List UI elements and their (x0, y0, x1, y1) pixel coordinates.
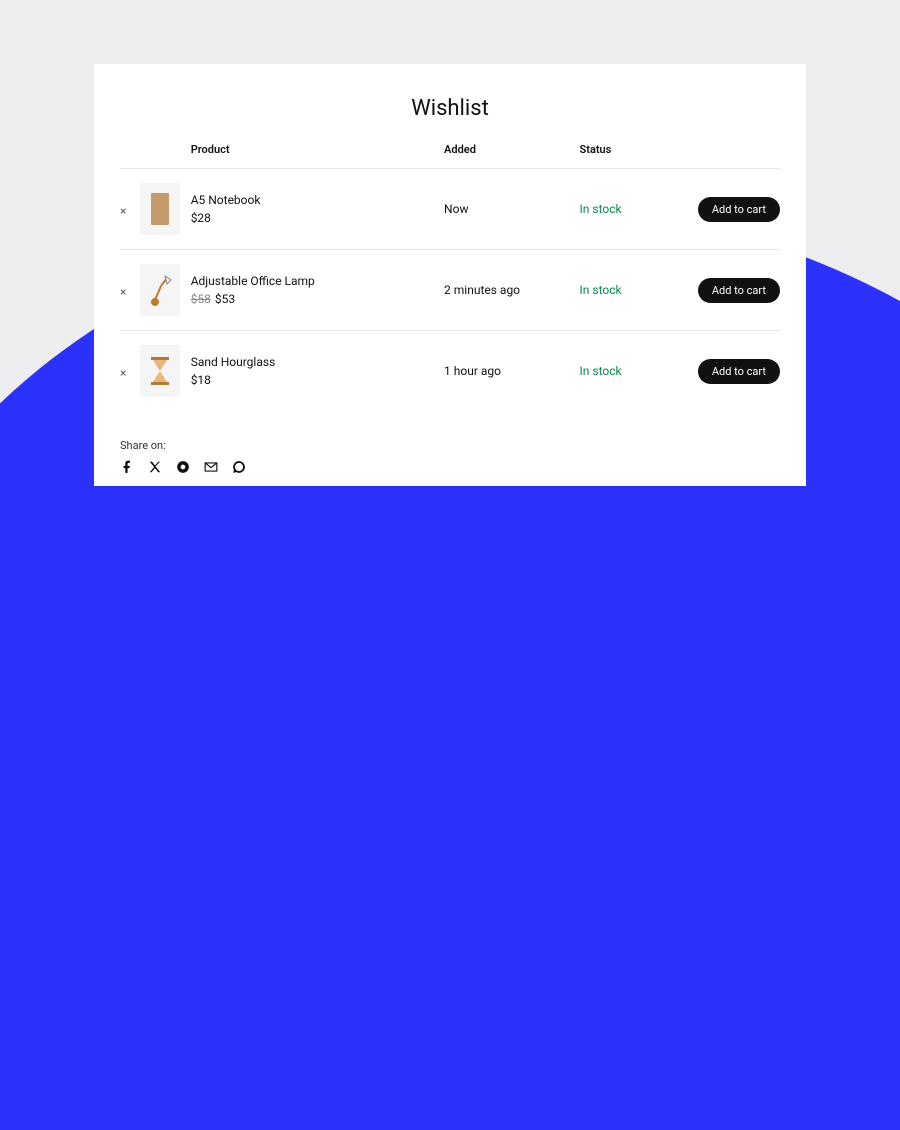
table-row: × A5 Notebook $28NowIn stockAdd to cart (120, 169, 780, 250)
product-price: $18 (191, 373, 444, 387)
status-badge: In stock (580, 250, 698, 331)
x-icon[interactable] (148, 460, 162, 474)
remove-button[interactable]: × (120, 204, 126, 218)
status-badge: In stock (580, 331, 698, 412)
share-label: Share on: (120, 439, 780, 452)
added-time: Now (444, 169, 579, 250)
product-name[interactable]: Adjustable Office Lamp (191, 274, 444, 288)
table-row: × Adjustable Office Lamp $58$532 minutes a… (120, 250, 780, 331)
add-to-cart-button[interactable]: Add to cart (698, 197, 780, 222)
email-icon[interactable] (204, 460, 218, 474)
product-name[interactable]: A5 Notebook (191, 193, 444, 207)
add-to-cart-button[interactable]: Add to cart (698, 278, 780, 303)
product-name[interactable]: Sand Hourglass (191, 355, 444, 369)
added-time: 1 hour ago (444, 331, 579, 412)
remove-button[interactable]: × (120, 366, 126, 380)
product-price: $28 (191, 211, 444, 225)
product-thumbnail[interactable] (140, 345, 180, 397)
product-thumbnail[interactable] (140, 183, 180, 235)
status-badge: In stock (580, 169, 698, 250)
product-price: $58$53 (191, 292, 444, 306)
add-to-cart-button[interactable]: Add to cart (698, 359, 780, 384)
remove-button[interactable]: × (120, 285, 126, 299)
pinterest-icon[interactable] (176, 460, 190, 474)
added-time: 2 minutes ago (444, 250, 579, 331)
col-product: Product (191, 143, 444, 169)
wishlist-card: Wishlist Product Added Status × A5 Notebo… (94, 64, 806, 486)
table-row: × Sand Hourglass $181 hour agoIn stockAdd … (120, 331, 780, 412)
wishlist-table: Product Added Status × A5 Notebook $28NowI… (120, 143, 780, 411)
col-status: Status (580, 143, 698, 169)
share-section: Share on: (120, 439, 780, 474)
whatsapp-icon[interactable] (232, 460, 246, 474)
page-title: Wishlist (120, 96, 780, 121)
col-added: Added (444, 143, 579, 169)
facebook-icon[interactable] (120, 460, 134, 474)
product-thumbnail[interactable] (140, 264, 180, 316)
